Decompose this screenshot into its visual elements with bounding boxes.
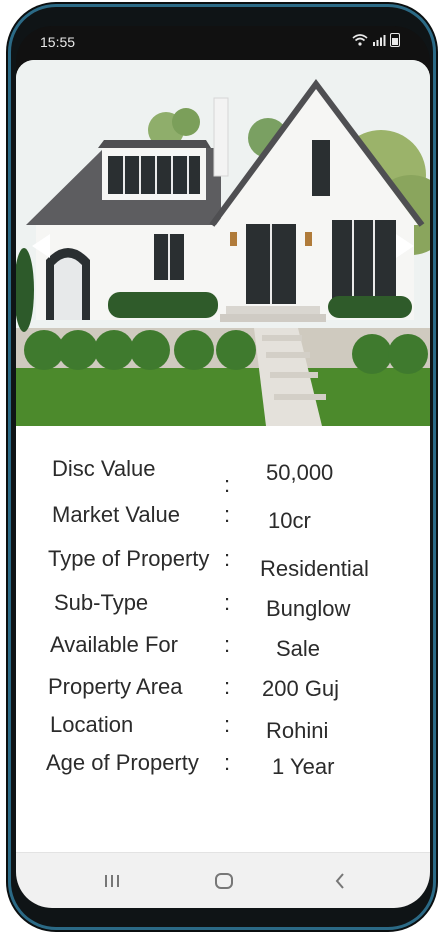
back-icon[interactable] [327, 869, 353, 893]
detail-row: Market Value : 10cr [16, 502, 430, 536]
detail-colon: : [224, 674, 231, 699]
detail-row: Property Area : 200 Guj [16, 674, 430, 708]
status-bar: 15:55 [16, 26, 430, 60]
status-time: 15:55 [40, 34, 76, 50]
detail-value: Sale [276, 636, 321, 661]
detail-value: 10cr [268, 508, 311, 533]
detail-colon: : [224, 632, 231, 657]
detail-row: Location : Rohini [16, 712, 430, 746]
detail-value: 50,000 [266, 460, 334, 485]
detail-label: Property Area [48, 674, 183, 699]
signal-icon [373, 35, 386, 46]
detail-value: Residential [260, 556, 369, 581]
detail-label: Disc Value [52, 456, 156, 481]
detail-label: Age of Property [46, 750, 199, 775]
home-icon[interactable] [211, 869, 237, 893]
chevron-left-icon[interactable] [32, 234, 50, 258]
detail-label: Market Value [52, 502, 180, 527]
detail-colon: : [224, 590, 231, 615]
detail-label: Type of Property [48, 546, 210, 571]
detail-colon: : [224, 502, 231, 527]
detail-row: Disc Value : 50,000 [16, 456, 430, 497]
status-icons [352, 33, 400, 47]
detail-row: Age of Property : 1 Year [16, 750, 430, 784]
phone-screen: 15:55 Disc Value: 50,000 Market Value:… [16, 26, 430, 908]
chevron-right-icon[interactable] [396, 234, 414, 258]
property-details: Disc Value : 50,000 Market Value : 10cr … [16, 426, 430, 852]
detail-row: Sub-Type : Bunglow [16, 590, 430, 624]
detail-value: Rohini [266, 718, 329, 743]
property-image [16, 60, 430, 426]
battery-icon [390, 33, 400, 47]
detail-value: 1 Year [272, 754, 335, 779]
detail-colon: : [224, 546, 231, 571]
detail-label: Location [50, 712, 134, 737]
detail-colon: : [224, 750, 231, 775]
detail-label: Sub-Type [54, 590, 149, 615]
detail-row: Type of Property : Residential [16, 546, 430, 581]
house-image [16, 60, 430, 426]
detail-colon: : [224, 712, 231, 737]
app-content: Disc Value : 50,000 Market Value : 10cr … [16, 60, 430, 852]
wifi-icon [352, 34, 368, 46]
detail-value: 200 Guj [262, 676, 340, 701]
recents-icon[interactable] [99, 869, 125, 893]
detail-value: Bunglow [266, 596, 351, 621]
detail-colon: : [224, 472, 231, 497]
system-nav-bar [16, 852, 430, 908]
detail-label: Available For [50, 632, 178, 657]
detail-row: Available For : Sale [16, 632, 430, 666]
